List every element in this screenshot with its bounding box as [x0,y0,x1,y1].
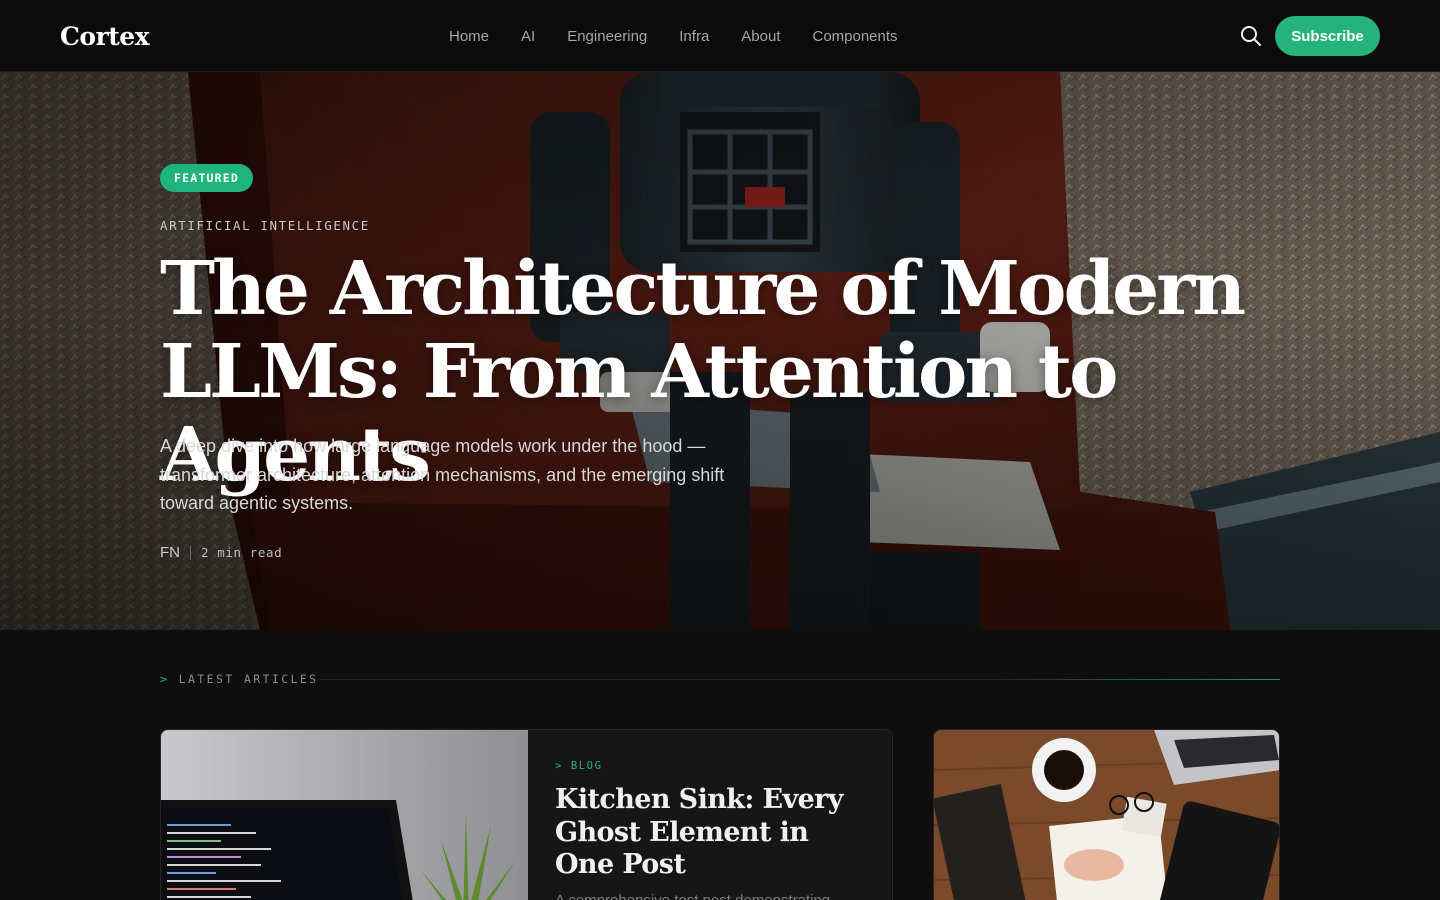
article-excerpt: A comprehensive test post demonstrating [555,891,831,900]
hero-excerpt: A deep dive into how large language mode… [160,436,725,513]
nav-item-home[interactable]: Home [433,28,505,45]
latest-articles-heading: > LATEST ARTICLES [160,672,319,686]
nav-item-about[interactable]: About [725,28,796,45]
nav-item-engineering[interactable]: Engineering [551,28,663,45]
article-card-secondary[interactable] [933,729,1280,900]
nav-item-components[interactable]: Components [796,28,913,45]
nav-item-ai[interactable]: AI [505,28,551,45]
article-thumbnail [161,730,528,900]
featured-badge: FEATURED [160,164,253,192]
featured-hero[interactable]: FEATURED ARTIFICIAL INTELLIGENCE The Arc… [0,72,1440,630]
search-button[interactable] [1238,23,1264,49]
section-divider [320,679,1280,680]
search-icon [1241,26,1261,46]
author-initials[interactable]: FN [160,544,180,561]
article-card[interactable]: > BLOG Kitchen Sink: Every Ghost Element… [160,729,893,900]
main-nav: Home AI Engineering Infra About Componen… [433,0,914,72]
section-prefix: > [160,672,170,686]
desk-workspace-image [934,730,1279,900]
meta-divider [190,545,191,560]
article-body: > BLOG Kitchen Sink: Every Ghost Element… [555,760,865,900]
site-logo[interactable]: Cortex [60,22,150,51]
article-tag[interactable]: > BLOG [555,760,865,772]
hero-meta: FN 2 min read [160,544,282,561]
site-header: Cortex Home AI Engineering Infra About C… [0,0,1440,72]
nav-item-infra[interactable]: Infra [663,28,725,45]
read-time: 2 min read [201,545,283,560]
subscribe-button[interactable]: Subscribe [1275,16,1380,56]
hero-category[interactable]: ARTIFICIAL INTELLIGENCE [160,218,370,233]
article-title[interactable]: Kitchen Sink: Every Ghost Element in One… [555,784,865,882]
section-label-text: LATEST ARTICLES [178,672,319,686]
laptop-code-image [161,730,528,900]
